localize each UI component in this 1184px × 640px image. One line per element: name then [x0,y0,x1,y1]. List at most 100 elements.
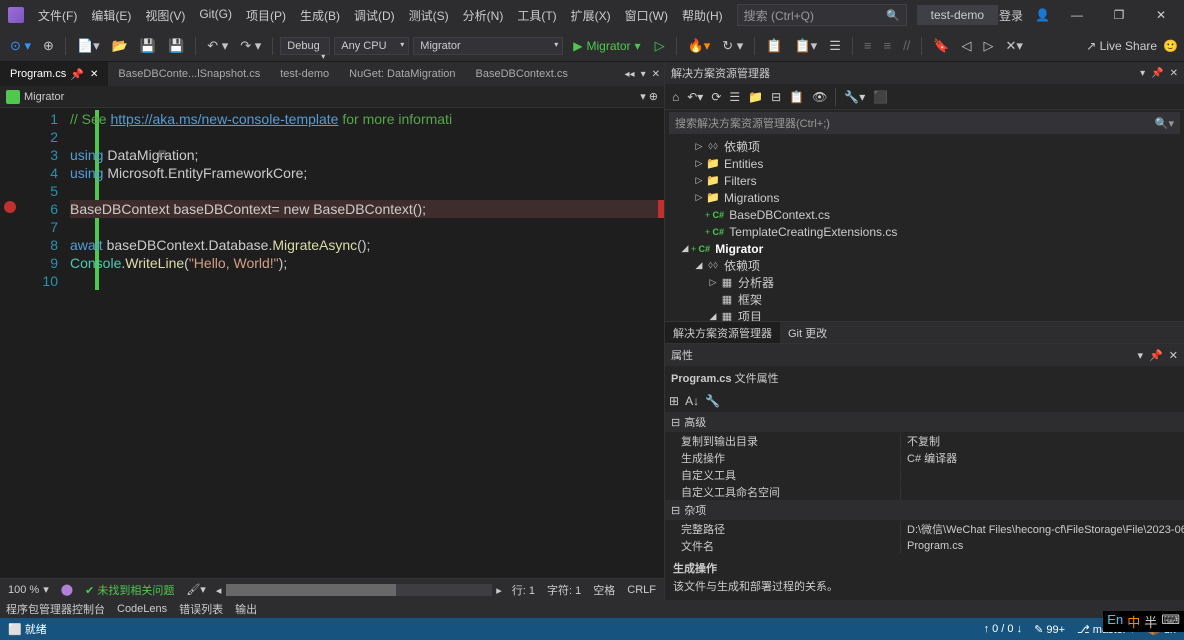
menu-debug[interactable]: 调试(D) [348,3,401,28]
tree-item[interactable]: +C#TemplateCreatingExtensions.cs [665,223,1184,240]
tb-icon-2[interactable]: 📋▾ [791,35,822,57]
nav-split-icon[interactable]: ▾ ⊕ [640,90,658,103]
maximize-button[interactable]: ❐ [1104,3,1134,27]
menu-file[interactable]: 文件(F) [32,3,83,28]
save-icon[interactable]: 💾 [136,35,160,57]
panel-dropdown-icon[interactable]: ▾ [1140,68,1145,79]
menu-edit[interactable]: 编辑(E) [85,3,137,28]
feedback-icon[interactable]: 🙂 [1163,39,1178,53]
account-icon[interactable]: 👤 [1035,8,1050,22]
property-row[interactable]: 自定义工具 [665,466,1184,483]
paint-icon[interactable]: 🖌▾ [186,583,206,596]
tree-item[interactable]: ◢+C#Migrator [665,240,1184,257]
property-row[interactable]: 复制到输出目录不复制 [665,432,1184,449]
no-issues-label[interactable]: ✔ 未找到相关问题 [85,582,174,598]
collapse-icon[interactable]: ⊟ [158,146,166,164]
undo-icon[interactable]: ↶ ▾ [203,35,232,57]
panel-pin-icon[interactable]: 📌 [1149,349,1163,362]
categorize-icon[interactable]: ⊞ [669,394,679,408]
show-all-icon[interactable]: 📁 [745,88,766,106]
bookmark-clear-icon[interactable]: ✕▾ [1001,35,1026,57]
config-dropdown[interactable]: Debug [280,37,330,55]
home-icon[interactable]: ⌂ [669,88,682,106]
category-advanced[interactable]: ⊟ 高级 [665,412,1184,432]
indent-less-icon[interactable]: ≡ [860,35,876,56]
tree-item[interactable]: ▷⬨⬨依赖项 [665,138,1184,155]
property-row[interactable]: 自定义工具命名空间 [665,483,1184,500]
tabs-close-icon[interactable]: ✕ [652,69,660,80]
start-button[interactable]: ▶ Migrator ▾ [567,37,646,55]
char-indicator[interactable]: 字符: 1 [547,582,581,598]
tabs-more-icon[interactable]: ▾ [641,69,646,80]
sort-icon[interactable]: A↓ [685,394,699,408]
property-row[interactable]: 完整路径D:\微信\WeChat Files\hecong-cf\FileSto… [665,520,1184,537]
h-scrollbar[interactable]: ◂▸ [226,584,492,596]
menu-git[interactable]: Git(G) [193,3,238,28]
nav-forward-icon[interactable]: ⊕ [39,35,58,57]
bookmark-icon[interactable]: 🔖 [929,35,953,57]
tab-git-changes[interactable]: Git 更改 [780,322,835,343]
tab-basedb[interactable]: BaseDBContext.cs [466,62,578,86]
line-indicator[interactable]: 行: 1 [512,582,535,598]
property-row[interactable]: 生成操作C# 编译器 [665,449,1184,466]
new-item-icon[interactable]: 📄▾ [73,35,104,57]
properties-icon[interactable]: 📋 [786,88,807,106]
tab-snapshot[interactable]: BaseDBConte...lSnapshot.cs [108,62,270,86]
tree-item[interactable]: ▷▦分析器 [665,274,1184,291]
bookmark-prev-icon[interactable]: ◁ [957,35,975,57]
tb-icon-3[interactable]: ☰ [825,35,845,57]
menu-help[interactable]: 帮助(H) [676,3,729,28]
menu-view[interactable]: 视图(V) [139,3,191,28]
hot-reload-icon[interactable]: 🔥▾ [684,35,715,57]
tree-item[interactable]: ◢▦项目 [665,308,1184,321]
tree-item[interactable]: +C#BaseDBContext.cs [665,206,1184,223]
close-button[interactable]: ✕ [1146,3,1176,27]
menu-project[interactable]: 项目(P) [240,3,292,28]
ime-bar[interactable]: En 中 半 ⌨ [1103,611,1184,632]
zoom-level[interactable]: 100 % ▾ [8,583,49,596]
tabs-prev-icon[interactable]: ◂◂ [625,69,635,80]
panel-close-icon[interactable]: ✕ [1170,68,1178,79]
props-icon[interactable]: 🔧 [705,394,720,408]
tree-item[interactable]: ▷📁Filters [665,172,1184,189]
nav-dropdown[interactable]: Migrator [24,91,64,103]
tree-item[interactable]: ◢⬨⬨依赖项 [665,257,1184,274]
panel-close-icon[interactable]: ✕ [1169,349,1178,362]
view-icon[interactable]: ⬛ [870,88,891,106]
solution-search[interactable]: 搜索解决方案资源管理器(Ctrl+;) 🔍▾ [669,112,1180,134]
indent-more-icon[interactable]: ≡ [879,35,895,56]
pending-edits-indicator[interactable]: ✎ 99+ [1034,623,1065,636]
tab-solution-explorer[interactable]: 解决方案资源管理器 [665,322,780,343]
comment-icon[interactable]: // [899,35,914,56]
tab-error-list[interactable]: 错误列表 [179,601,223,617]
collapse-icon[interactable]: ⊟ [768,88,784,106]
code-editor[interactable]: 12345678910 ⊟ // See https://aka.ms/new-… [0,108,664,578]
global-search[interactable]: 搜索 (Ctrl+Q) 🔍 [737,4,907,26]
menu-window[interactable]: 窗口(W) [619,3,674,28]
preview-icon[interactable]: 👁 [809,88,830,106]
start-no-debug-icon[interactable]: ▷ [651,35,669,57]
nav-back-icon[interactable]: ⊙ ▾ [6,35,35,57]
browser-link-icon[interactable]: ↻ ▾ [718,35,747,57]
bookmark-next-icon[interactable]: ▷ [979,35,997,57]
tab-package-console[interactable]: 程序包管理器控制台 [6,601,105,617]
panel-pin-icon[interactable]: 📌 [1151,68,1163,79]
login-link[interactable]: 登录 [999,7,1023,24]
panel-dropdown-icon[interactable]: ▾ [1138,349,1144,362]
platform-dropdown[interactable]: Any CPU [334,37,409,55]
tab-nuget[interactable]: NuGet: DataMigration [339,62,465,86]
save-all-icon[interactable]: 💾 [164,35,188,57]
startup-dropdown[interactable]: Migrator [413,37,563,55]
menu-test[interactable]: 测试(S) [403,3,455,28]
tab-demo[interactable]: test-demo [270,62,339,86]
open-icon[interactable]: 📂 [108,35,132,57]
tree-item[interactable]: ▷📁Entities [665,155,1184,172]
back-icon[interactable]: ↶▾ [684,88,706,106]
category-misc[interactable]: ⊟ 杂项 [665,500,1184,520]
menu-tools[interactable]: 工具(T) [511,3,562,28]
property-row[interactable]: 文件名Program.cs [665,537,1184,554]
tab-program-cs[interactable]: Program.cs📌✕ [0,62,108,86]
tb-icon-1[interactable]: 📋 [762,35,786,57]
space-indicator[interactable]: 空格 [593,582,615,598]
minimize-button[interactable]: — [1062,3,1092,27]
